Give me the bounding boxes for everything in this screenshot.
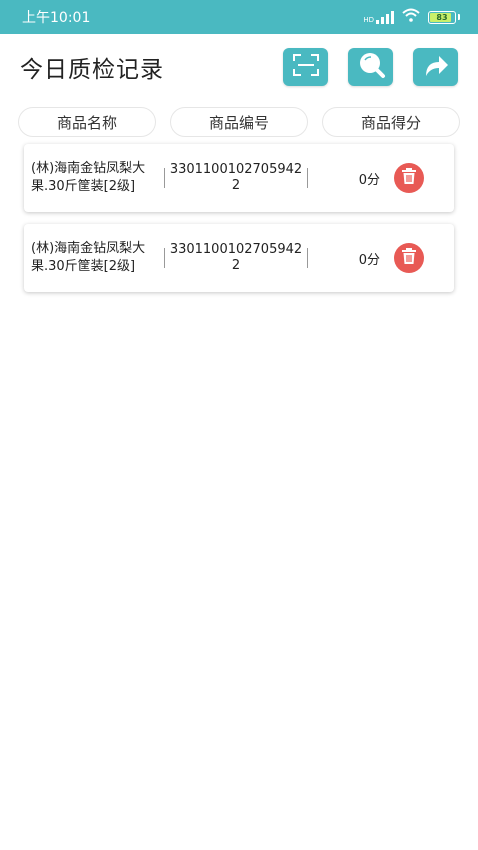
share-icon: [422, 52, 450, 82]
scan-icon: [292, 53, 320, 81]
wifi-icon: [402, 8, 420, 26]
trash-icon: [400, 167, 418, 189]
header-buttons: [283, 48, 458, 86]
status-icons: HD 83: [363, 8, 460, 26]
delete-button[interactable]: [394, 163, 424, 193]
app-header: 今日质检记录: [0, 34, 478, 100]
scan-button[interactable]: [283, 48, 328, 86]
record-row[interactable]: (林)海南金钻凤梨大果.30斤筐装[2级] 33011001027059422 …: [24, 224, 454, 292]
record-name: (林)海南金钻凤梨大果.30斤筐装[2级]: [31, 241, 146, 274]
record-code: 33011001027059422: [169, 162, 303, 193]
search-icon: [356, 50, 386, 84]
record-code: 33011001027059422: [169, 242, 303, 273]
signal-label: HD: [363, 16, 374, 24]
share-button[interactable]: [413, 48, 458, 86]
status-bar: 上午10:01 HD 83: [0, 0, 478, 34]
delete-button[interactable]: [394, 243, 424, 273]
signal-icon: HD: [363, 10, 394, 24]
column-header-score: 商品得分: [322, 107, 460, 137]
trash-icon: [400, 247, 418, 269]
record-name: (林)海南金钻凤梨大果.30斤筐装[2级]: [31, 161, 146, 194]
column-header-code: 商品编号: [170, 107, 308, 137]
column-headers: 商品名称 商品编号 商品得分: [18, 107, 460, 137]
record-row[interactable]: (林)海南金钻凤梨大果.30斤筐装[2级] 33011001027059422 …: [24, 144, 454, 212]
column-header-name: 商品名称: [18, 107, 156, 137]
record-score: 0分: [358, 252, 380, 268]
battery-icon: 83: [428, 10, 456, 24]
search-button[interactable]: [348, 48, 393, 86]
page-title: 今日质检记录: [20, 57, 164, 83]
battery-level: 83: [436, 12, 448, 22]
status-time: 上午10:01: [22, 10, 91, 26]
record-score: 0分: [358, 172, 380, 188]
